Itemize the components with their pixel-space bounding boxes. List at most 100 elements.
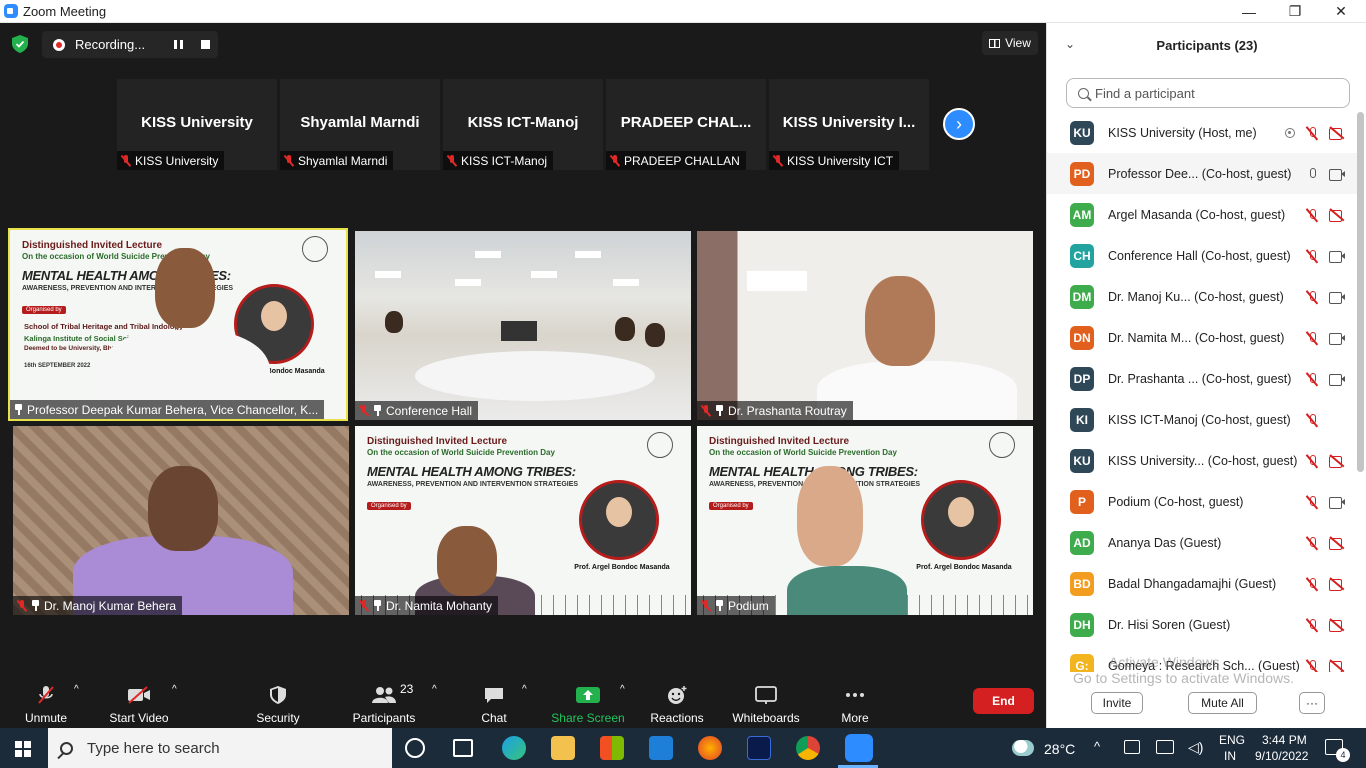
video-camera-off-icon[interactable] xyxy=(1329,660,1345,672)
clock-date[interactable]: 9/10/2022 xyxy=(1255,749,1308,763)
microphone-muted-icon[interactable] xyxy=(1305,536,1319,550)
video-tile[interactable]: Conference Hall xyxy=(355,231,691,420)
microphone-muted-icon[interactable] xyxy=(1305,495,1319,509)
zoom-taskbar-icon[interactable] xyxy=(845,734,873,762)
participant-row[interactable]: DH Dr. Hisi Soren (Guest) xyxy=(1047,604,1357,645)
audio-options-caret-icon[interactable]: ^ xyxy=(74,684,79,695)
video-camera-off-icon[interactable] xyxy=(1329,578,1345,591)
strip-tile[interactable]: PRADEEP CHAL... PRADEEP CHALLAN xyxy=(606,79,766,170)
video-camera-off-icon[interactable] xyxy=(1329,619,1345,632)
edge-browser-icon[interactable] xyxy=(502,736,526,760)
participant-row[interactable]: DP Dr. Prashanta ... (Co-host, guest) xyxy=(1047,358,1357,399)
video-camera-off-icon[interactable] xyxy=(1329,455,1345,468)
video-camera-icon[interactable] xyxy=(1329,496,1345,509)
start-video-button[interactable]: Start Video xyxy=(105,677,173,725)
file-explorer-icon[interactable] xyxy=(551,736,575,760)
video-camera-icon[interactable] xyxy=(1329,168,1345,181)
video-camera-icon[interactable] xyxy=(1329,373,1345,386)
chat-options-caret-icon[interactable]: ^ xyxy=(522,684,527,695)
participants-options-caret-icon[interactable]: ^ xyxy=(432,684,437,695)
participant-row[interactable]: KU KISS University... (Co-host, guest) xyxy=(1047,440,1357,481)
tray-chevron-up-icon[interactable]: ^ xyxy=(1094,739,1100,754)
cortana-icon[interactable] xyxy=(405,738,425,758)
video-camera-off-icon[interactable] xyxy=(1329,127,1345,140)
microphone-muted-icon[interactable] xyxy=(1305,331,1319,345)
next-page-arrow-icon[interactable]: › xyxy=(943,108,975,140)
security-button[interactable]: Security xyxy=(254,677,302,725)
microphone-muted-icon[interactable] xyxy=(1305,372,1319,386)
microphone-muted-icon[interactable] xyxy=(1305,618,1319,632)
mail-icon[interactable] xyxy=(649,736,673,760)
share-options-caret-icon[interactable]: ^ xyxy=(620,684,625,695)
participant-row[interactable]: KU KISS University (Host, me) xyxy=(1047,112,1357,153)
microphone-muted-icon[interactable] xyxy=(1305,126,1319,140)
video-camera-icon[interactable] xyxy=(1329,332,1345,345)
webex-icon[interactable] xyxy=(747,736,771,760)
strip-tile[interactable]: KISS University I... KISS University ICT xyxy=(769,79,929,170)
microphone-muted-icon[interactable] xyxy=(1305,659,1319,673)
video-camera-icon[interactable] xyxy=(1329,250,1345,263)
participant-row[interactable]: BD Badal Dhangadamajhi (Guest) xyxy=(1047,563,1357,604)
firefox-icon[interactable] xyxy=(698,736,722,760)
microphone-muted-icon[interactable] xyxy=(1305,413,1319,427)
volume-icon[interactable]: ◁) xyxy=(1188,739,1203,756)
strip-tile[interactable]: Shyamlal Marndi Shyamlal Marndi xyxy=(280,79,440,170)
invite-button[interactable]: Invite xyxy=(1091,692,1143,714)
participant-list-scrollbar[interactable] xyxy=(1357,112,1364,472)
chrome-icon[interactable] xyxy=(796,736,820,760)
microphone-icon[interactable] xyxy=(1305,167,1319,181)
participant-row[interactable]: AM Argel Masanda (Co-host, guest) xyxy=(1047,194,1357,235)
maximize-button[interactable]: ❐ xyxy=(1272,0,1318,23)
stop-recording-icon[interactable] xyxy=(201,40,210,49)
view-button[interactable]: View xyxy=(982,31,1038,55)
share-screen-button[interactable]: Share Screen xyxy=(550,677,626,725)
minimize-button[interactable]: — xyxy=(1226,0,1272,23)
unmute-button[interactable]: Unmute xyxy=(22,677,70,725)
region-indicator[interactable]: IN xyxy=(1224,749,1236,763)
participant-row[interactable]: AD Ananya Das (Guest) xyxy=(1047,522,1357,563)
microphone-muted-icon[interactable] xyxy=(1305,208,1319,222)
network-icon[interactable] xyxy=(1156,740,1174,754)
task-view-icon[interactable] xyxy=(453,739,473,757)
weather-temperature[interactable]: 28°C xyxy=(1044,741,1075,757)
participant-row[interactable]: PD Professor Dee... (Co-host, guest) xyxy=(1047,153,1357,194)
participant-row[interactable]: DM Dr. Manoj Ku... (Co-host, guest) xyxy=(1047,276,1357,317)
participant-row[interactable]: DN Dr. Namita M... (Co-host, guest) xyxy=(1047,317,1357,358)
strip-tile[interactable]: KISS University KISS University xyxy=(117,79,277,170)
reactions-button[interactable]: Reactions xyxy=(648,677,706,725)
participant-search-input[interactable] xyxy=(1095,85,1335,101)
participant-row[interactable]: KI KISS ICT-Manoj (Co-host, guest) xyxy=(1047,399,1357,440)
video-tile[interactable]: Dr. Manoj Kumar Behera xyxy=(13,426,349,615)
video-camera-off-icon[interactable] xyxy=(1329,209,1345,222)
microphone-muted-icon[interactable] xyxy=(1305,290,1319,304)
video-camera-off-icon[interactable] xyxy=(1329,537,1345,550)
weather-icon[interactable] xyxy=(1012,740,1034,756)
close-button[interactable]: ✕ xyxy=(1318,0,1364,23)
participant-row[interactable]: CH Conference Hall (Co-host, guest) xyxy=(1047,235,1357,276)
video-tile[interactable]: Distinguished Invited Lecture On the occ… xyxy=(697,426,1033,615)
microphone-muted-icon[interactable] xyxy=(1305,577,1319,591)
panel-more-button[interactable]: ··· xyxy=(1299,692,1325,714)
video-tile[interactable]: Dr. Prashanta Routray xyxy=(697,231,1033,420)
more-button[interactable]: More xyxy=(836,677,874,725)
clock-time[interactable]: 3:44 PM xyxy=(1262,733,1307,747)
language-indicator[interactable]: ENG xyxy=(1219,733,1245,747)
taskbar-search-box[interactable]: Type here to search xyxy=(48,728,392,768)
shield-icon[interactable] xyxy=(12,35,28,53)
participant-search-box[interactable] xyxy=(1066,78,1350,108)
video-tile-active-speaker[interactable]: Distinguished Invited Lecture On the occ… xyxy=(8,228,348,421)
microsoft-store-icon[interactable] xyxy=(600,736,624,760)
video-camera-icon[interactable] xyxy=(1329,291,1345,304)
windows-start-icon[interactable] xyxy=(15,741,31,757)
video-tile[interactable]: Distinguished Invited Lecture On the occ… xyxy=(355,426,691,615)
whiteboards-button[interactable]: Whiteboards xyxy=(728,677,804,725)
mute-all-button[interactable]: Mute All xyxy=(1188,692,1257,714)
participant-row[interactable]: P Podium (Co-host, guest) xyxy=(1047,481,1357,522)
pause-recording-icon[interactable] xyxy=(174,40,183,49)
end-meeting-button[interactable]: End xyxy=(973,688,1034,714)
video-options-caret-icon[interactable]: ^ xyxy=(172,684,177,695)
microphone-muted-icon[interactable] xyxy=(1305,249,1319,263)
battery-icon[interactable] xyxy=(1124,740,1140,754)
strip-tile[interactable]: KISS ICT-Manoj KISS ICT-Manoj xyxy=(443,79,603,170)
microphone-muted-icon[interactable] xyxy=(1305,454,1319,468)
